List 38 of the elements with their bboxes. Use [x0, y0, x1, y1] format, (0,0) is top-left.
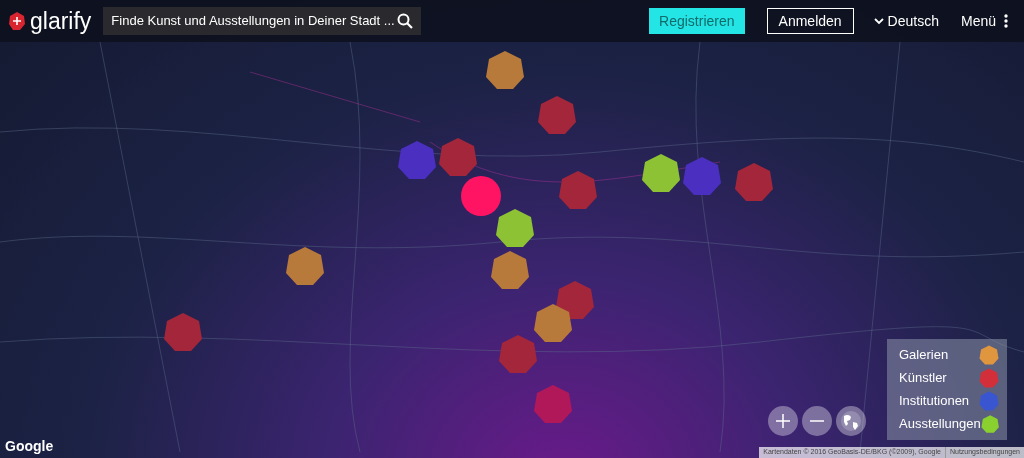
logo-text[interactable]: glarify	[30, 9, 92, 33]
map-marker-icon[interactable]	[485, 50, 525, 90]
search-field[interactable]: Finde Kunst und Ausstellungen in Deiner Stadt ...	[103, 7, 422, 35]
legend-label: Künstler	[899, 369, 947, 388]
map-marker-circle-icon[interactable]	[461, 176, 501, 216]
zoom-in-button[interactable]	[768, 406, 798, 436]
login-button[interactable]: Anmelden	[766, 8, 854, 34]
globe-button[interactable]	[836, 406, 866, 436]
logo-icon	[8, 11, 26, 31]
legend-label: Institutionen	[899, 392, 970, 411]
globe-icon	[840, 410, 862, 432]
map-marker-icon[interactable]	[555, 280, 595, 320]
zoom-out-button[interactable]	[802, 406, 832, 436]
map-marker-icon[interactable]	[163, 312, 203, 352]
legend-label: Galerien	[899, 346, 949, 365]
map-marker-icon[interactable]	[490, 250, 530, 290]
map-marker-icon[interactable]	[734, 162, 774, 202]
map-marker-icon[interactable]	[397, 140, 437, 180]
map-marker-icon[interactable]	[498, 334, 538, 374]
map-marker-icon[interactable]	[537, 95, 577, 135]
minus-icon	[810, 420, 824, 422]
map-marker-icon[interactable]	[533, 303, 573, 343]
more-vertical-icon	[1004, 14, 1008, 28]
map-marker-icon[interactable]	[533, 384, 573, 424]
register-button[interactable]: Registrieren	[649, 8, 745, 34]
chevron-down-icon	[873, 17, 884, 25]
map-marker-icon[interactable]	[285, 246, 325, 286]
map-marker-icon[interactable]	[558, 170, 598, 210]
map-marker-icon[interactable]	[682, 156, 722, 196]
search-icon[interactable]	[397, 13, 414, 29]
map-marker-icon[interactable]	[641, 153, 681, 193]
language-dropdown[interactable]: Deutsch	[873, 10, 939, 32]
menu-button[interactable]: Menü	[960, 10, 1008, 32]
plus-icon	[775, 413, 791, 429]
map-marker-icon[interactable]	[438, 137, 478, 177]
google-logo: Google	[5, 437, 54, 456]
map-marker-icon[interactable]	[495, 208, 535, 248]
legend-label: Ausstellungen	[899, 415, 981, 434]
